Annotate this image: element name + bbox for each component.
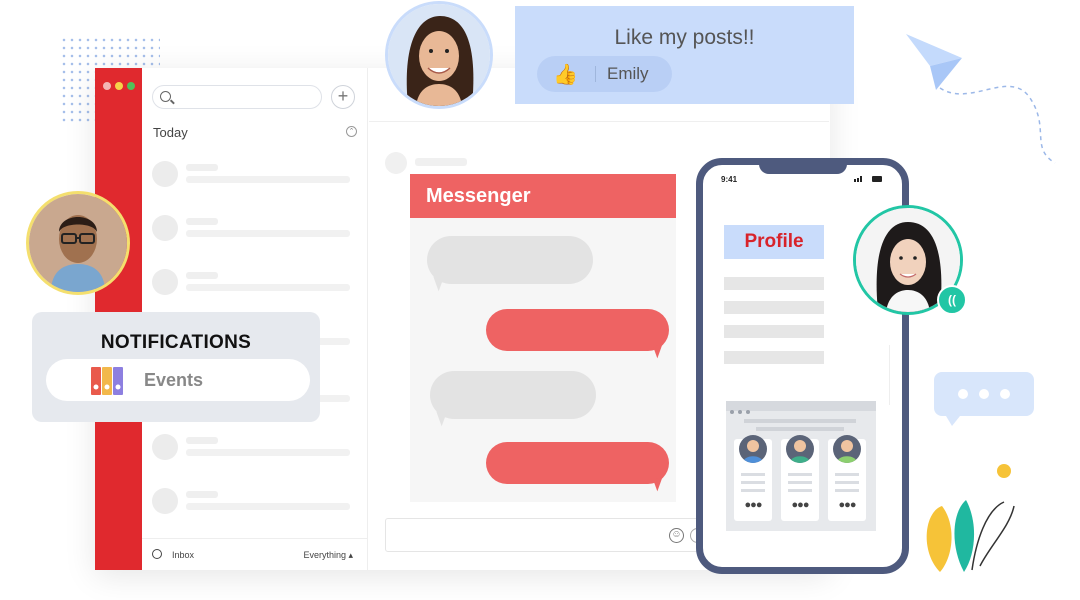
outgoing-message-bubble (486, 309, 669, 351)
plant-decoration-icon (926, 464, 1015, 572)
more-icon[interactable]: ●●● (828, 499, 866, 511)
phone-notch (759, 158, 847, 174)
status-time: 9:41 (721, 175, 738, 184)
typing-bubble (934, 372, 1034, 426)
list-footer: Inbox Everything ▴ (142, 538, 367, 570)
more-icon[interactable]: ●●● (781, 499, 819, 511)
events-item[interactable]: Events (46, 359, 310, 401)
avatar (152, 269, 178, 295)
message-input[interactable]: ☺ (385, 518, 715, 552)
search-input[interactable] (152, 85, 322, 109)
contact-card[interactable]: ●●● (828, 435, 866, 521)
list-item[interactable] (152, 215, 352, 241)
messenger-card: Messenger (410, 174, 676, 502)
maximize-dot[interactable] (127, 82, 135, 90)
contact-card[interactable]: ●●● (734, 435, 772, 521)
like-posts-card: Like my posts!! 👍 Emily (515, 6, 854, 104)
list-item[interactable] (152, 161, 352, 187)
contacts-window: ●●● ●●● ●●● (726, 401, 876, 531)
avatar (152, 161, 178, 187)
paper-plane-icon (906, 34, 1056, 164)
list-item[interactable] (152, 488, 352, 514)
incoming-message-bubble (427, 236, 593, 284)
notifications-title: NOTIFICATIONS (100, 332, 252, 353)
avatar (786, 435, 814, 463)
like-user-name: Emily (607, 64, 649, 83)
like-pill[interactable]: 👍 Emily (537, 56, 672, 92)
profile-label[interactable]: Profile (724, 225, 824, 259)
contact-card[interactable]: ●●● (781, 435, 819, 521)
chat-bubble-icon (152, 549, 162, 559)
minimize-dot[interactable] (115, 82, 123, 90)
chat-header-divider (369, 121, 829, 122)
user-avatar-emily (385, 1, 493, 109)
close-dot[interactable] (103, 82, 111, 90)
user-avatar-man (26, 191, 130, 295)
status-icons (854, 176, 882, 182)
chevron-up-icon[interactable]: ⌃ (346, 126, 357, 137)
incoming-message-bubble (430, 371, 596, 419)
search-icon (160, 91, 171, 102)
filter-dropdown[interactable]: Everything ▴ (303, 550, 353, 561)
list-item[interactable] (152, 269, 352, 295)
events-label: Events (144, 370, 204, 390)
list-item[interactable] (152, 434, 352, 460)
window-controls (103, 82, 135, 90)
avatar (385, 152, 407, 174)
avatar (833, 435, 861, 463)
more-icon[interactable]: ●●● (734, 499, 772, 511)
messenger-title: Messenger (410, 174, 676, 218)
inbox-tab[interactable]: Inbox (172, 550, 194, 560)
thumbs-up-icon: 👍 (553, 64, 578, 86)
section-title: Today (153, 125, 188, 140)
avatar (739, 435, 767, 463)
like-title: Like my posts!! (614, 26, 755, 49)
avatar (152, 434, 178, 460)
binders-icon (91, 367, 123, 395)
sound-wave-icon[interactable]: (( (937, 285, 967, 315)
avatar (152, 215, 178, 241)
add-conversation-button[interactable]: + (331, 85, 355, 109)
emoji-icon[interactable]: ☺ (669, 528, 684, 543)
notifications-card: NOTIFICATIONS Events (32, 312, 320, 422)
outgoing-message-bubble (486, 442, 669, 484)
avatar (152, 488, 178, 514)
